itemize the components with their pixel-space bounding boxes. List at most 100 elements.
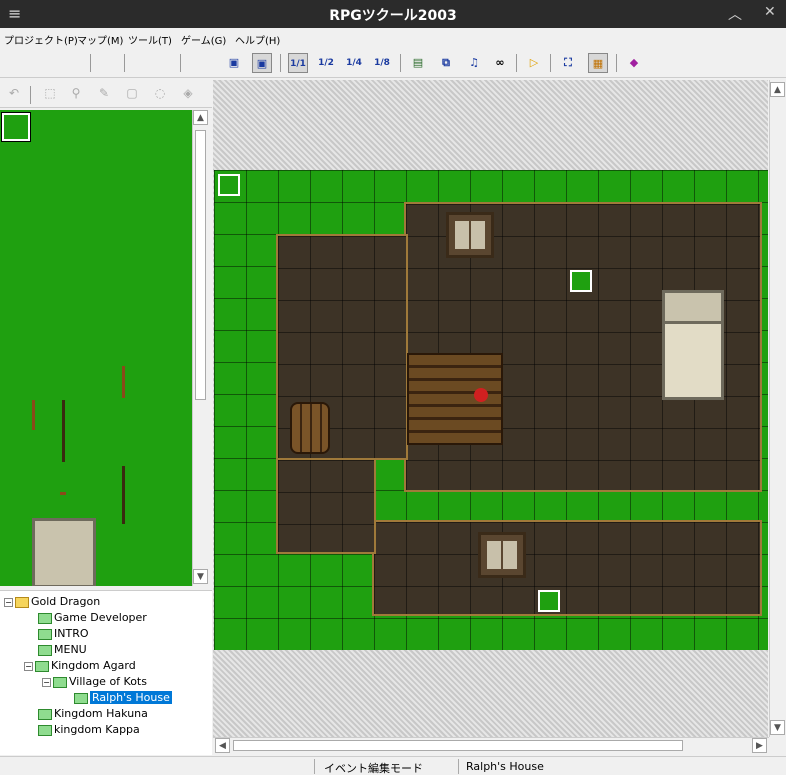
toolbar-separator <box>516 54 517 72</box>
tree-item-game-developer[interactable]: Game Developer <box>38 611 147 624</box>
scroll-down-arrow[interactable]: ▼ <box>770 720 785 735</box>
tree-item-intro[interactable]: INTRO <box>38 627 89 640</box>
chevron-up-icon[interactable]: ︿ <box>728 4 742 24</box>
chip-bed-tile[interactable] <box>32 518 96 586</box>
search-icon[interactable]: ∞ <box>490 53 510 73</box>
scroll-left-arrow[interactable]: ◀ <box>215 738 230 753</box>
event-edit-icon[interactable]: ▣ <box>252 53 272 73</box>
toolbar-separator <box>280 54 281 72</box>
bed-tile <box>662 290 724 414</box>
event-marker[interactable] <box>538 590 560 612</box>
chipset-scrollbar[interactable]: ▲ ▼ <box>192 110 209 586</box>
room-floor <box>276 458 376 554</box>
chip-tile[interactable] <box>60 492 66 495</box>
help-book-icon[interactable]: ◆ <box>624 53 644 73</box>
fullscreen-icon[interactable]: ⛶ <box>558 53 578 73</box>
map-icon <box>53 676 67 688</box>
toolbar: ▣ ▣ 1/1 1/2 1/4 1/8 ▤ ⧉ ♫ ∞ ▷ ⛶ ▦ ◆ <box>0 48 786 78</box>
menu-tool[interactable]: ツール(T) <box>128 32 172 47</box>
map-edit-icon[interactable]: ▣ <box>224 53 244 73</box>
pencil-icon[interactable]: ✎ <box>96 86 112 102</box>
map-canvas-area[interactable] <box>213 80 768 737</box>
map-icon <box>38 628 52 640</box>
table-tile <box>407 353 503 445</box>
toolbar-separator <box>616 54 617 72</box>
map-icon <box>35 660 49 672</box>
play-icon[interactable]: ▷ <box>524 53 544 73</box>
map-icon <box>38 612 52 624</box>
menu-map[interactable]: マップ(M) <box>77 32 123 47</box>
map-horizontal-scrollbar[interactable]: ◀ ▶ <box>213 737 769 754</box>
zoom-1-8-icon[interactable]: 1/8 <box>372 53 392 73</box>
tree-item-village-of-kots[interactable]: − Village of Kots <box>42 675 147 688</box>
tree-item-kingdom-hakuna[interactable]: Kingdom Hakuna <box>38 707 148 720</box>
tree-item-kingdom-agard[interactable]: − Kingdom Agard <box>24 659 136 672</box>
status-separator <box>458 759 459 774</box>
map-grid[interactable] <box>214 170 768 650</box>
chip-tile[interactable] <box>32 400 35 430</box>
toolbar-separator <box>90 54 91 72</box>
window-tile <box>446 212 494 258</box>
menu-project[interactable]: プロジェクト(P) <box>4 32 78 47</box>
menu-bar: プロジェクト(P) マップ(M) ツール(T) ゲーム(G) ヘルプ(H) <box>0 28 786 48</box>
scroll-thumb[interactable] <box>195 130 206 400</box>
drawing-tools: ↶ ⬚ ⚲ ✎ ▢ ◌ ◈ <box>0 80 212 108</box>
zoom-1-1-icon[interactable]: 1/1 <box>288 53 308 73</box>
map-vertical-scrollbar[interactable]: ▲ ▼ <box>769 80 786 737</box>
map-icon <box>74 692 88 704</box>
status-map-name: Ralph's House <box>466 760 544 773</box>
collapse-icon[interactable]: − <box>4 598 13 607</box>
menu-game[interactable]: ゲーム(G) <box>181 32 226 47</box>
scroll-thumb[interactable] <box>233 740 683 751</box>
zoom-1-2-icon[interactable]: 1/2 <box>316 53 336 73</box>
chip-selection-cursor <box>1 112 31 142</box>
scroll-up-arrow[interactable]: ▲ <box>770 82 785 97</box>
map-icon <box>38 644 52 656</box>
window-tile <box>478 532 526 578</box>
toolbar-separator <box>124 54 125 72</box>
toolbar-separator <box>180 54 181 72</box>
map-tree: − Gold Dragon Game Developer INTRO MENU −… <box>0 590 212 755</box>
rectangle-icon[interactable]: ▢ <box>124 86 140 102</box>
apple-tile <box>474 388 488 402</box>
scroll-up-arrow[interactable]: ▲ <box>193 110 208 125</box>
select-icon[interactable]: ⬚ <box>42 86 58 102</box>
tree-item-gold-dragon[interactable]: − Gold Dragon <box>4 595 100 608</box>
close-icon[interactable]: ✕ <box>764 4 776 20</box>
map-icon <box>38 724 52 736</box>
barrel-tile <box>290 402 330 454</box>
undo-icon[interactable]: ↶ <box>6 86 22 102</box>
tree-item-menu[interactable]: MENU <box>38 643 87 656</box>
collapse-icon[interactable]: − <box>42 678 51 687</box>
folder-icon <box>15 596 29 608</box>
zoom-1-4-icon[interactable]: 1/4 <box>344 53 364 73</box>
status-bar: イベント編集モード Ralph's House <box>0 756 786 775</box>
chip-tile[interactable] <box>62 400 65 462</box>
scroll-down-arrow[interactable]: ▼ <box>193 569 208 584</box>
material-icon[interactable]: ⧉ <box>436 53 456 73</box>
music-icon[interactable]: ♫ <box>464 53 484 73</box>
circle-icon[interactable]: ◌ <box>152 86 168 102</box>
event-marker[interactable] <box>218 174 240 196</box>
status-separator <box>314 759 315 774</box>
room-floor <box>372 520 762 616</box>
toolbar-separator <box>400 54 401 72</box>
menu-help[interactable]: ヘルプ(H) <box>235 32 280 47</box>
scroll-right-arrow[interactable]: ▶ <box>752 738 767 753</box>
tool-separator <box>30 86 31 104</box>
title-bar: ≡ RPGツクール2003 ︿ ✕ <box>0 0 786 28</box>
tree-item-kingdom-kappa[interactable]: kingdom Kappa <box>38 723 140 736</box>
collapse-icon[interactable]: − <box>24 662 33 671</box>
database-icon[interactable]: ▤ <box>408 53 428 73</box>
title-icon[interactable]: ▦ <box>588 53 608 73</box>
chip-tile[interactable] <box>122 466 125 524</box>
status-mode: イベント編集モード <box>324 762 423 775</box>
chipset-palette[interactable] <box>0 110 192 586</box>
map-icon <box>38 708 52 720</box>
toolbar-separator <box>550 54 551 72</box>
tree-item-ralphs-house[interactable]: Ralph's House <box>74 691 172 704</box>
chip-tile[interactable] <box>122 366 125 398</box>
event-marker[interactable] <box>570 270 592 292</box>
fill-icon[interactable]: ◈ <box>180 86 196 102</box>
zoom-icon[interactable]: ⚲ <box>68 86 84 102</box>
